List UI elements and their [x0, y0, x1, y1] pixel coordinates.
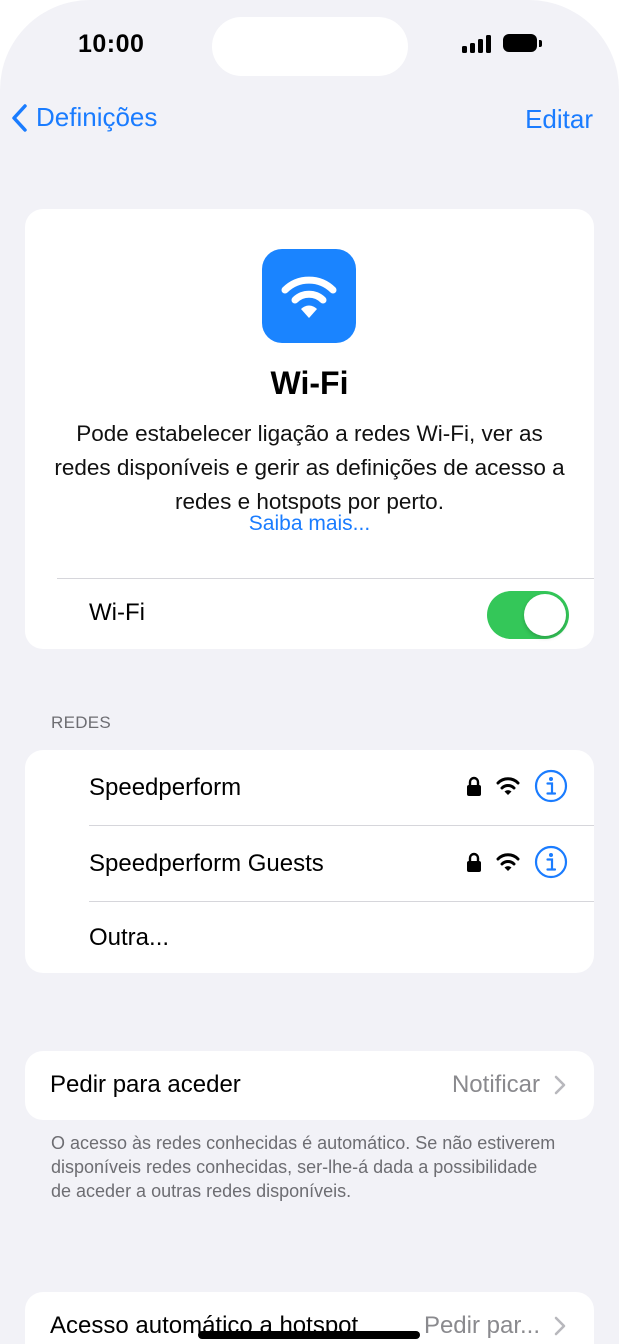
network-name: Speedperform Guests: [89, 850, 324, 877]
learn-more-link[interactable]: Saiba mais...: [25, 512, 594, 536]
wifi-toggle-label: Wi-Fi: [89, 599, 145, 626]
lock-icon: [467, 852, 481, 872]
ask-to-join-row[interactable]: Pedir para aceder Notificar: [25, 1051, 594, 1120]
status-time: 10:00: [78, 30, 145, 58]
auto-hotspot-value: Pedir par...: [424, 1312, 566, 1340]
back-button[interactable]: Definições: [10, 102, 157, 133]
wifi-icon: [281, 276, 337, 318]
wifi-info-card: Wi-Fi Pode estabelecer ligação a redes W…: [25, 209, 594, 649]
networks-list: Speedperform Speedperform Guests Outra..…: [25, 750, 594, 973]
lock-icon: [467, 776, 481, 796]
ask-to-join-footnote: O acesso às redes conhecidas é automátic…: [51, 1133, 556, 1201]
ask-to-join-value: Notificar: [452, 1071, 566, 1099]
network-row[interactable]: Speedperform: [25, 750, 594, 826]
status-indicators: [462, 33, 542, 53]
wifi-toggle[interactable]: [487, 591, 569, 639]
auto-hotspot-value-text: Pedir par...: [423, 1312, 540, 1339]
toggle-knob: [524, 594, 566, 636]
wifi-title: Wi-Fi: [270, 365, 349, 401]
other-network-label: Outra...: [89, 924, 170, 951]
wifi-description: Pode estabelecer ligação a redes Wi-Fi, …: [54, 421, 565, 514]
wifi-signal-icon: [496, 777, 520, 795]
networks-section-header: REDES: [51, 713, 112, 732]
cellular-signal-icon: [462, 33, 491, 53]
ask-to-join-value-text: Notificar: [451, 1071, 540, 1098]
chevron-right-icon: [554, 1075, 566, 1095]
network-row[interactable]: Speedperform Guests: [25, 826, 594, 902]
info-icon[interactable]: [534, 845, 568, 879]
network-icons: [466, 769, 568, 803]
battery-icon: [503, 34, 542, 52]
home-indicator[interactable]: [198, 1331, 420, 1339]
wifi-app-icon: [262, 249, 356, 343]
back-label: Definições: [36, 102, 158, 132]
other-network-row[interactable]: Outra...: [25, 902, 594, 973]
divider: [57, 578, 594, 579]
network-name: Speedperform: [89, 774, 242, 801]
network-icons: [466, 845, 568, 879]
edit-button[interactable]: Editar: [525, 104, 593, 135]
wifi-signal-icon: [496, 853, 520, 871]
info-icon[interactable]: [534, 769, 568, 803]
chevron-right-icon: [554, 1316, 566, 1336]
chevron-left-icon: [12, 103, 27, 132]
ask-to-join-label: Pedir para aceder: [50, 1071, 241, 1098]
dynamic-island: [212, 17, 408, 76]
phone-screen: 10:00 Definições Editar Wi-Fi Pode estab…: [0, 0, 619, 1344]
